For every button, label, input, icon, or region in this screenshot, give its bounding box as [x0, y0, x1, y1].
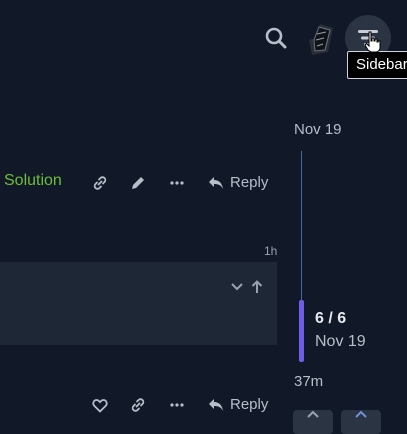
avatar-icon — [309, 24, 333, 55]
more-icon — [170, 403, 184, 407]
pencil-icon — [132, 177, 144, 189]
more-actions-button[interactable] — [167, 174, 187, 192]
timeline-position: 6 / 6 — [315, 310, 347, 327]
timeline-handle[interactable] — [299, 300, 304, 362]
timeline-down-button[interactable] — [341, 410, 381, 434]
timeline-track[interactable] — [301, 151, 302, 301]
timeline-position-date: Nov 19 — [315, 333, 366, 350]
search-button[interactable] — [260, 22, 292, 54]
reply-label: Reply — [230, 174, 269, 191]
hand-cursor-icon — [364, 31, 381, 53]
more-icon — [170, 181, 184, 185]
reply-label: Reply — [230, 396, 269, 413]
reply-icon — [209, 176, 223, 189]
link-icon — [131, 398, 145, 412]
chevron-up-icon — [307, 410, 319, 418]
reply-icon — [209, 398, 223, 411]
chevron-down-icon — [231, 283, 243, 291]
like-button[interactable] — [90, 396, 110, 414]
post-timestamp[interactable]: 1h — [264, 244, 277, 258]
solution-button[interactable]: Solution — [4, 172, 62, 190]
edit-button[interactable] — [128, 174, 148, 192]
link-icon — [93, 176, 107, 190]
collapse-button[interactable] — [228, 278, 246, 296]
timeline-start-date[interactable]: Nov 19 — [294, 121, 342, 138]
copy-link-button[interactable] — [90, 174, 110, 192]
jump-to-post-button[interactable] — [249, 278, 265, 296]
heart-icon — [92, 398, 108, 413]
more-actions-button-2[interactable] — [167, 396, 187, 414]
chevron-up-icon — [355, 410, 367, 418]
avatar[interactable] — [306, 22, 336, 56]
arrow-up-icon — [251, 280, 263, 293]
search-icon — [265, 27, 287, 49]
reply-button-2[interactable]: Reply — [208, 396, 268, 413]
sidebar-tooltip: Sidebar — [347, 51, 407, 79]
header-bar: Sidebar — [0, 0, 407, 79]
timeline-end-label[interactable]: 37m — [294, 373, 323, 390]
reply-button[interactable]: Reply — [208, 174, 268, 191]
copy-link-button-2[interactable] — [128, 396, 148, 414]
timeline-up-button[interactable] — [293, 410, 333, 434]
embedded-reply-panel — [0, 262, 277, 345]
